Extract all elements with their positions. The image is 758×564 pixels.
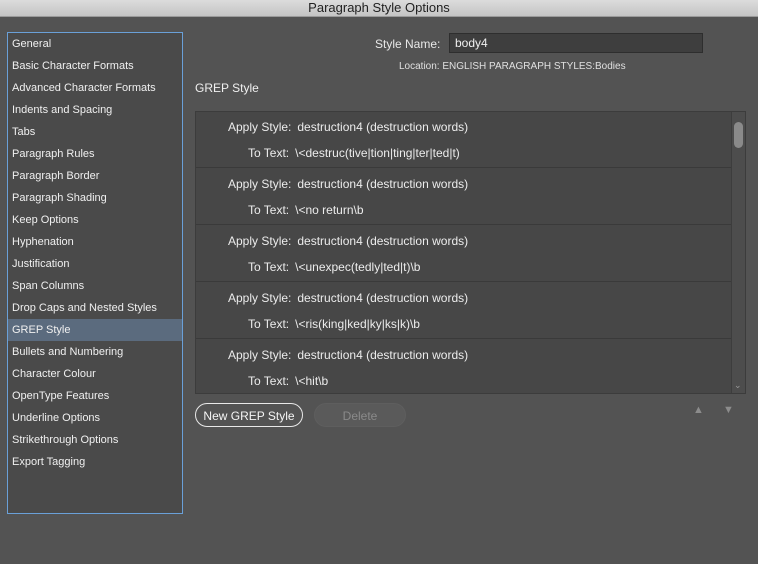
to-text-value[interactable]: \<unexpec(tedly|ted|t)\b — [295, 260, 420, 274]
to-text-value[interactable]: \<ris(king|ked|ky|ks|k)\b — [295, 317, 420, 331]
sidebar-item-advanced-character-formats[interactable]: Advanced Character Formats — [8, 77, 182, 99]
to-text-label: To Text: — [248, 203, 290, 217]
apply-style-label: Apply Style: — [228, 348, 292, 362]
to-text-label: To Text: — [248, 374, 290, 388]
apply-style-value[interactable]: destruction4 (destruction words) — [297, 234, 468, 248]
apply-style-value[interactable]: destruction4 (destruction words) — [297, 348, 468, 362]
sidebar-item-span-columns[interactable]: Span Columns — [8, 275, 182, 297]
sidebar-item-paragraph-shading[interactable]: Paragraph Shading — [8, 187, 182, 209]
grep-entry[interactable]: Apply Style: destruction4 (destruction wo… — [196, 283, 732, 339]
sidebar-item-keep-options[interactable]: Keep Options — [8, 209, 182, 231]
apply-style-row: Apply Style: destruction4 (destruction wo… — [228, 348, 468, 362]
vertical-scrollbar[interactable]: ⌄ — [731, 112, 745, 393]
apply-style-label: Apply Style: — [228, 120, 292, 134]
grep-entry[interactable]: Apply Style: destruction4 (destruction wo… — [196, 226, 732, 282]
sidebar-item-basic-character-formats[interactable]: Basic Character Formats — [8, 55, 182, 77]
grep-entry[interactable]: Apply Style: destruction4 (destruction wo… — [196, 169, 732, 225]
section-title: GREP Style — [195, 81, 259, 95]
to-text-label: To Text: — [248, 146, 290, 160]
to-text-label: To Text: — [248, 260, 290, 274]
delete-button[interactable]: Delete — [314, 403, 406, 427]
sidebar-item-paragraph-border[interactable]: Paragraph Border — [8, 165, 182, 187]
apply-style-row: Apply Style: destruction4 (destruction wo… — [228, 120, 468, 134]
to-text-row: To Text: \<destruc(tive|tion|ting|ter|ted… — [248, 146, 460, 160]
style-name-label: Style Name: — [375, 37, 441, 51]
to-text-row: To Text: \<hit\b — [248, 374, 328, 388]
move-down-icon[interactable]: ▼ — [723, 404, 734, 416]
apply-style-value[interactable]: destruction4 (destruction words) — [297, 291, 468, 305]
sidebar-items: General Basic Character Formats Advanced C… — [8, 33, 182, 473]
apply-style-label: Apply Style: — [228, 291, 292, 305]
apply-style-label: Apply Style: — [228, 177, 292, 191]
to-text-value[interactable]: \<destruc(tive|tion|ting|ter|ted|t) — [295, 146, 460, 160]
sidebar-item-bullets-and-numbering[interactable]: Bullets and Numbering — [8, 341, 182, 363]
grep-entry[interactable]: Apply Style: destruction4 (destruction wo… — [196, 112, 732, 168]
scroll-down-icon[interactable]: ⌄ — [734, 380, 742, 391]
sidebar-item-general[interactable]: General — [8, 33, 182, 55]
sidebar-item-justification[interactable]: Justification — [8, 253, 182, 275]
location-text: Location: ENGLISH PARAGRAPH STYLES:Bodie… — [399, 61, 626, 72]
to-text-label: To Text: — [248, 317, 290, 331]
to-text-row: To Text: \<ris(king|ked|ky|ks|k)\b — [248, 317, 420, 331]
window-title: Paragraph Style Options — [0, 0, 758, 17]
scrollbar-thumb[interactable] — [734, 122, 743, 148]
sidebar-item-drop-caps-and-nested-styles[interactable]: Drop Caps and Nested Styles — [8, 297, 182, 319]
apply-style-row: Apply Style: destruction4 (destruction wo… — [228, 234, 468, 248]
apply-style-value[interactable]: destruction4 (destruction words) — [297, 120, 468, 134]
grep-style-list: Apply Style: destruction4 (destruction wo… — [195, 111, 746, 394]
sidebar-item-indents-and-spacing[interactable]: Indents and Spacing — [8, 99, 182, 121]
category-list: General Basic Character Formats Advanced C… — [7, 32, 183, 514]
sidebar-item-character-colour[interactable]: Character Colour — [8, 363, 182, 385]
apply-style-value[interactable]: destruction4 (destruction words) — [297, 177, 468, 191]
move-up-icon[interactable]: ▲ — [693, 404, 704, 416]
sidebar-item-grep-style[interactable]: GREP Style — [8, 319, 182, 341]
apply-style-label: Apply Style: — [228, 234, 292, 248]
apply-style-row: Apply Style: destruction4 (destruction wo… — [228, 177, 468, 191]
to-text-row: To Text: \<no return\b — [248, 203, 364, 217]
grep-entry[interactable]: Apply Style: destruction4 (destruction wo… — [196, 340, 732, 393]
new-grep-style-button[interactable]: New GREP Style — [195, 403, 303, 427]
sidebar-item-paragraph-rules[interactable]: Paragraph Rules — [8, 143, 182, 165]
to-text-value[interactable]: \<no return\b — [295, 203, 363, 217]
sidebar-item-opentype-features[interactable]: OpenType Features — [8, 385, 182, 407]
style-name-input[interactable] — [449, 33, 703, 53]
sidebar-item-underline-options[interactable]: Underline Options — [8, 407, 182, 429]
to-text-value[interactable]: \<hit\b — [295, 374, 328, 388]
to-text-row: To Text: \<unexpec(tedly|ted|t)\b — [248, 260, 420, 274]
sidebar-item-hyphenation[interactable]: Hyphenation — [8, 231, 182, 253]
apply-style-row: Apply Style: destruction4 (destruction wo… — [228, 291, 468, 305]
sidebar-item-tabs[interactable]: Tabs — [8, 121, 182, 143]
sidebar-item-export-tagging[interactable]: Export Tagging — [8, 451, 182, 473]
sidebar-item-strikethrough-options[interactable]: Strikethrough Options — [8, 429, 182, 451]
